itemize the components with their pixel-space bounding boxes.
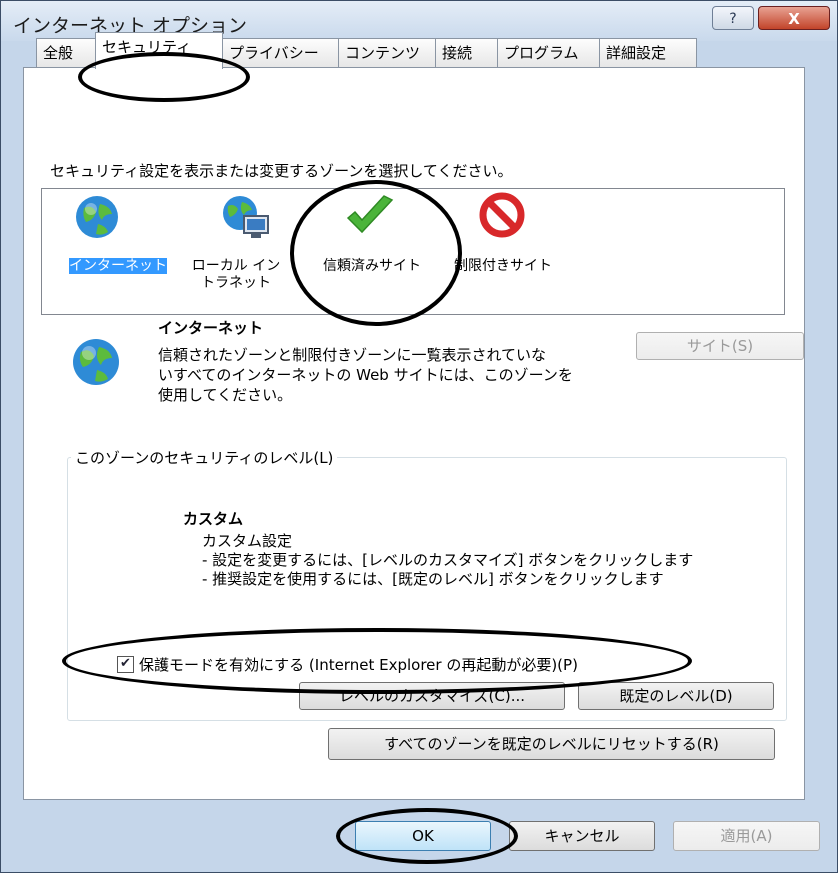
selected-zone-globe-icon — [73, 339, 119, 385]
tab-connections[interactable]: 接続 — [435, 38, 498, 68]
ok-button[interactable]: OK — [355, 821, 491, 851]
zone-local-intranet[interactable]: ローカル イントラネット — [186, 258, 286, 292]
help-button[interactable]: ? — [712, 6, 754, 30]
security-level-group-label: このゾーンのセキュリティのレベル(L) — [71, 447, 338, 468]
globe-icon[interactable] — [74, 194, 120, 240]
tab-programs[interactable]: プログラム — [497, 38, 600, 68]
intranet-icon[interactable] — [218, 194, 274, 242]
tab-security[interactable]: セキュリティ — [95, 32, 223, 69]
default-level-button[interactable]: 既定のレベル(D) — [578, 682, 774, 710]
tab-privacy[interactable]: プライバシー — [222, 38, 339, 68]
zone-description: 信頼されたゾーンと制限付きゾーンに一覧表示されていな いすべてのインターネットの… — [158, 346, 573, 404]
tab-advanced[interactable]: 詳細設定 — [599, 38, 697, 68]
security-level-name: カスタム — [183, 510, 244, 528]
tab-general[interactable]: 全般 — [36, 38, 96, 68]
security-level-description: カスタム設定 - 設定を変更するには、[レベルのカスタマイズ] ボタンをクリック… — [202, 532, 694, 588]
cancel-button[interactable]: キャンセル — [509, 821, 655, 851]
sites-button[interactable]: サイト(S) — [636, 332, 804, 360]
zone-internet[interactable]: インターネット — [58, 258, 178, 275]
protected-mode-checkbox[interactable]: ✔ — [117, 656, 134, 673]
protected-mode-label[interactable]: 保護モードを有効にする (Internet Explorer の再起動が必要)(… — [139, 654, 578, 675]
custom-level-button[interactable]: レベルのカスタマイズ(C)... — [299, 682, 565, 710]
checkmark-icon[interactable] — [344, 194, 396, 238]
zone-name: インターネット — [158, 319, 264, 337]
tab-content[interactable]: コンテンツ — [338, 38, 436, 68]
zone-list — [41, 188, 785, 315]
zone-restricted-sites[interactable]: 制限付きサイト — [448, 258, 558, 275]
prohibited-icon[interactable] — [479, 192, 525, 238]
zone-prompt: セキュリティ設定を表示または変更するゾーンを選択してください。 — [50, 162, 513, 180]
apply-button[interactable]: 適用(A) — [673, 821, 820, 851]
zone-trusted-sites[interactable]: 信頼済みサイト — [313, 258, 431, 275]
close-button[interactable]: X — [758, 6, 830, 30]
reset-all-zones-button[interactable]: すべてのゾーンを既定のレベルにリセットする(R) — [328, 728, 775, 760]
